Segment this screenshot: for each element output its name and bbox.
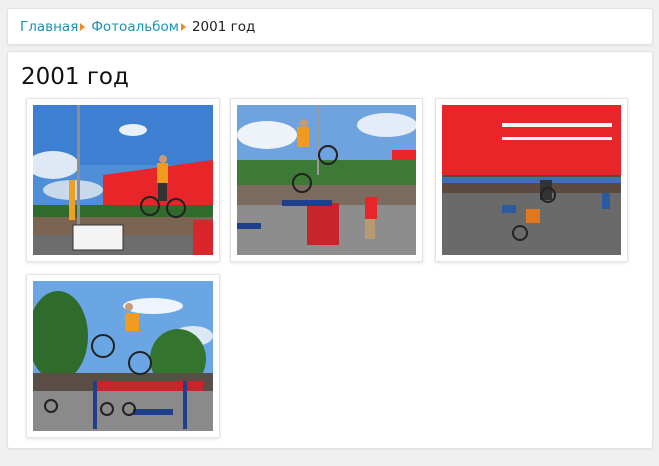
photo-thumbnail-3[interactable]: [435, 98, 628, 262]
photo-thumbnail-2[interactable]: [230, 98, 423, 262]
photo-thumbnail-1[interactable]: [26, 98, 220, 262]
breadcrumb-link-photoalbum[interactable]: Фотоальбом: [91, 19, 179, 35]
bike-trial-crowd-photo: [442, 105, 621, 255]
page-title: 2001 год: [21, 64, 129, 90]
breadcrumb-arrow-icon: [80, 22, 86, 31]
breadcrumb: Главная Фотоальбом 2001 год: [20, 18, 255, 36]
photo-thumbnail-4[interactable]: [26, 274, 220, 438]
breadcrumb-bar: Главная Фотоальбом 2001 год: [7, 8, 653, 45]
breadcrumb-arrow-icon: [180, 22, 186, 31]
bike-trial-jump-photo: [33, 105, 213, 255]
bike-trial-ramp-photo: [33, 281, 213, 431]
breadcrumb-current: 2001 год: [191, 19, 256, 35]
bike-trial-platform-photo: [237, 105, 416, 255]
breadcrumb-link-home[interactable]: Главная: [20, 19, 78, 35]
album-content: 2001 год: [7, 51, 653, 449]
